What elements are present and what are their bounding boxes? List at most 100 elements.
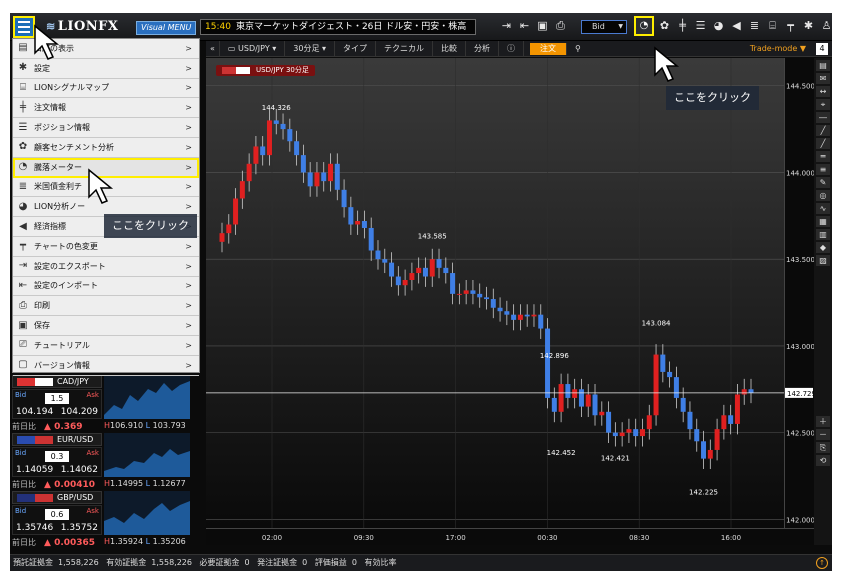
ask-price[interactable]: 1.14062 <box>61 465 98 475</box>
drawing-tool-10-icon[interactable]: ✎ <box>816 177 830 188</box>
drawing-tool-2-icon[interactable]: ✉ <box>816 73 830 84</box>
menu-item-save[interactable]: ▣ 保存 > <box>13 316 199 336</box>
chart-pair-tag: USD/JPY 30分足 <box>216 65 315 76</box>
print-icon[interactable]: ⎙ <box>554 19 567 33</box>
user-icon[interactable]: ♙ <box>820 19 832 33</box>
candle-body <box>687 411 693 430</box>
ask-price[interactable]: 104.209 <box>61 407 98 417</box>
drawing-tool-8-icon[interactable]: ═ <box>816 151 830 162</box>
menu-item-chart-color[interactable]: ┯ チャートの色変更 > <box>13 237 199 257</box>
status-value: 1,558,226 <box>58 558 99 567</box>
announce-icon[interactable]: ◀ <box>730 19 743 33</box>
candle-body <box>239 181 245 199</box>
candle-body <box>402 279 408 286</box>
gear-icon[interactable]: ✱ <box>802 19 815 33</box>
economic-icon: ◀ <box>19 220 27 232</box>
zoom-out-icon[interactable]: － <box>816 429 830 440</box>
order-icon[interactable]: ☰ <box>694 19 707 33</box>
visual-menu-button[interactable]: Visual MENU <box>136 21 197 35</box>
menu-item-export[interactable]: ⇥ 設定のエクスポート > <box>13 257 199 277</box>
screenshot-icon[interactable]: ⎘ <box>816 442 830 453</box>
reload-icon[interactable]: ⟲ <box>816 455 830 466</box>
zoom-in-icon[interactable]: ＋ <box>816 416 830 427</box>
bid-price[interactable]: 1.14059 <box>16 465 53 475</box>
drawing-tool-5-icon[interactable]: ― <box>816 112 830 123</box>
candle-body <box>721 415 727 430</box>
candle-body <box>490 299 496 308</box>
tool-icon[interactable]: ┯ <box>784 19 797 33</box>
status-label: 必要証拠金 <box>199 558 240 567</box>
x-tick-label: 16:00 <box>721 534 741 542</box>
candle-body <box>470 290 476 294</box>
drawing-tool-3-icon[interactable]: ↔ <box>816 86 830 97</box>
gauge-meter-button[interactable]: ◔ <box>634 16 654 36</box>
bond-icon[interactable]: ≣ <box>748 19 761 33</box>
bid-ask-select[interactable]: Bid <box>581 20 627 34</box>
menu-item-signal-map[interactable]: ⌸ LIONシグナルマップ > <box>13 79 199 99</box>
news-ticker[interactable]: 15:40 東京マーケットダイジェスト・26日 ドル安・円安・株高 <box>200 19 476 35</box>
sentiment-icon[interactable]: ✿ <box>658 19 671 33</box>
y-tick-label: 143.500 <box>786 256 814 264</box>
candle-body <box>233 198 239 225</box>
candle-body <box>436 259 442 268</box>
candle-body <box>531 314 537 317</box>
scroll-up-icon[interactable]: ↑ <box>816 557 828 569</box>
menu-item-order-info[interactable]: ╪ 注文情報 > <box>13 98 199 119</box>
drawing-tool-14-icon[interactable]: ▥ <box>816 229 830 240</box>
menu-item-version[interactable]: ▢ バージョン情報 > <box>13 356 199 376</box>
candle-body <box>280 123 286 130</box>
save-icon[interactable]: ▣ <box>536 19 549 33</box>
candle-body <box>382 259 388 263</box>
x-tick-label: 00:30 <box>537 534 557 542</box>
candle-body <box>714 429 720 450</box>
candle-body <box>578 389 584 407</box>
spread-value: 0.6 <box>45 509 69 520</box>
bid-price[interactable]: 1.35746 <box>16 523 53 533</box>
drawing-tool-4-icon[interactable]: ⌖ <box>816 99 830 110</box>
menu-item-print[interactable]: ⎙ 印刷 > <box>13 296 199 317</box>
pair-header: EUR/USD <box>12 433 102 446</box>
pie-icon[interactable]: ◕ <box>712 19 725 33</box>
menu-item-position-info[interactable]: ☰ ポジション情報 > <box>13 118 199 138</box>
bid-price[interactable]: 104.194 <box>16 407 53 417</box>
candle-body <box>389 262 395 277</box>
drawing-tool-1-icon[interactable]: ▤ <box>816 60 830 71</box>
drawing-tool-12-icon[interactable]: ∿ <box>816 203 830 214</box>
candle-body <box>328 163 334 182</box>
candle-body <box>294 141 300 156</box>
chart-icon[interactable]: ⌸ <box>766 19 779 33</box>
candle-body <box>456 293 462 295</box>
drawing-tool-6-icon[interactable]: ╱ <box>816 125 830 136</box>
panel-number[interactable]: 4 <box>816 43 828 55</box>
status-label: 預託証拠金 <box>13 558 53 567</box>
drawing-tool-9-icon[interactable]: ≡ <box>816 164 830 175</box>
drawing-tool-7-icon[interactable]: ╱ <box>816 138 830 149</box>
drawing-tool-13-icon[interactable]: ▦ <box>816 216 830 227</box>
price-annotation: 143.585 <box>418 232 447 240</box>
export-icon[interactable]: ⇥ <box>500 19 513 33</box>
drawing-tool-16-icon[interactable]: ▨ <box>816 255 830 266</box>
ask-label: Ask <box>86 391 100 399</box>
menu-item-sentiment[interactable]: ✿ 顧客センチメント分析 > <box>13 138 199 158</box>
app-window: ≋ LIONFX Visual MENU 15:40 東京マーケットダイジェスト・2… <box>10 13 832 571</box>
drawing-tool-15-icon[interactable]: ◆ <box>816 242 830 253</box>
status-label: 評価損益 <box>314 558 347 567</box>
menu-item-tutorial[interactable]: ⎚ チュートリアル > <box>13 336 199 356</box>
candle-body <box>667 371 673 378</box>
tutorial-icon: ⎚ <box>19 339 27 351</box>
drawing-tool-11-icon[interactable]: ◎ <box>816 190 830 201</box>
bid-ask-box[interactable]: Bid Ask 0.3 1.14059 1.14062 <box>12 447 102 477</box>
cursor-arrow-icon <box>654 46 680 82</box>
signal-icon[interactable]: ╪ <box>676 19 689 33</box>
rate-block-cadjpy[interactable]: CAD/JPY Bid Ask 1.5 104.194 104.209 前日比 ▲… <box>12 375 206 433</box>
rate-block-eurusd[interactable]: EUR/USD Bid Ask 0.3 1.14059 1.14062 前日比 ▲… <box>12 433 206 491</box>
bid-ask-box[interactable]: Bid Ask 1.5 104.194 104.209 <box>12 389 102 419</box>
menu-item-import[interactable]: ⇤ 設定のインポート > <box>13 277 199 297</box>
flag-icon <box>17 378 53 386</box>
candle-body <box>701 441 707 459</box>
bid-ask-box[interactable]: Bid Ask 0.6 1.35746 1.35752 <box>12 505 102 535</box>
ask-price[interactable]: 1.35752 <box>61 523 98 533</box>
spread-value: 0.3 <box>45 451 69 462</box>
import-icon[interactable]: ⇤ <box>518 19 531 33</box>
rate-block-gbpusd[interactable]: GBP/USD Bid Ask 0.6 1.35746 1.35752 前日比 ▲… <box>12 491 206 549</box>
